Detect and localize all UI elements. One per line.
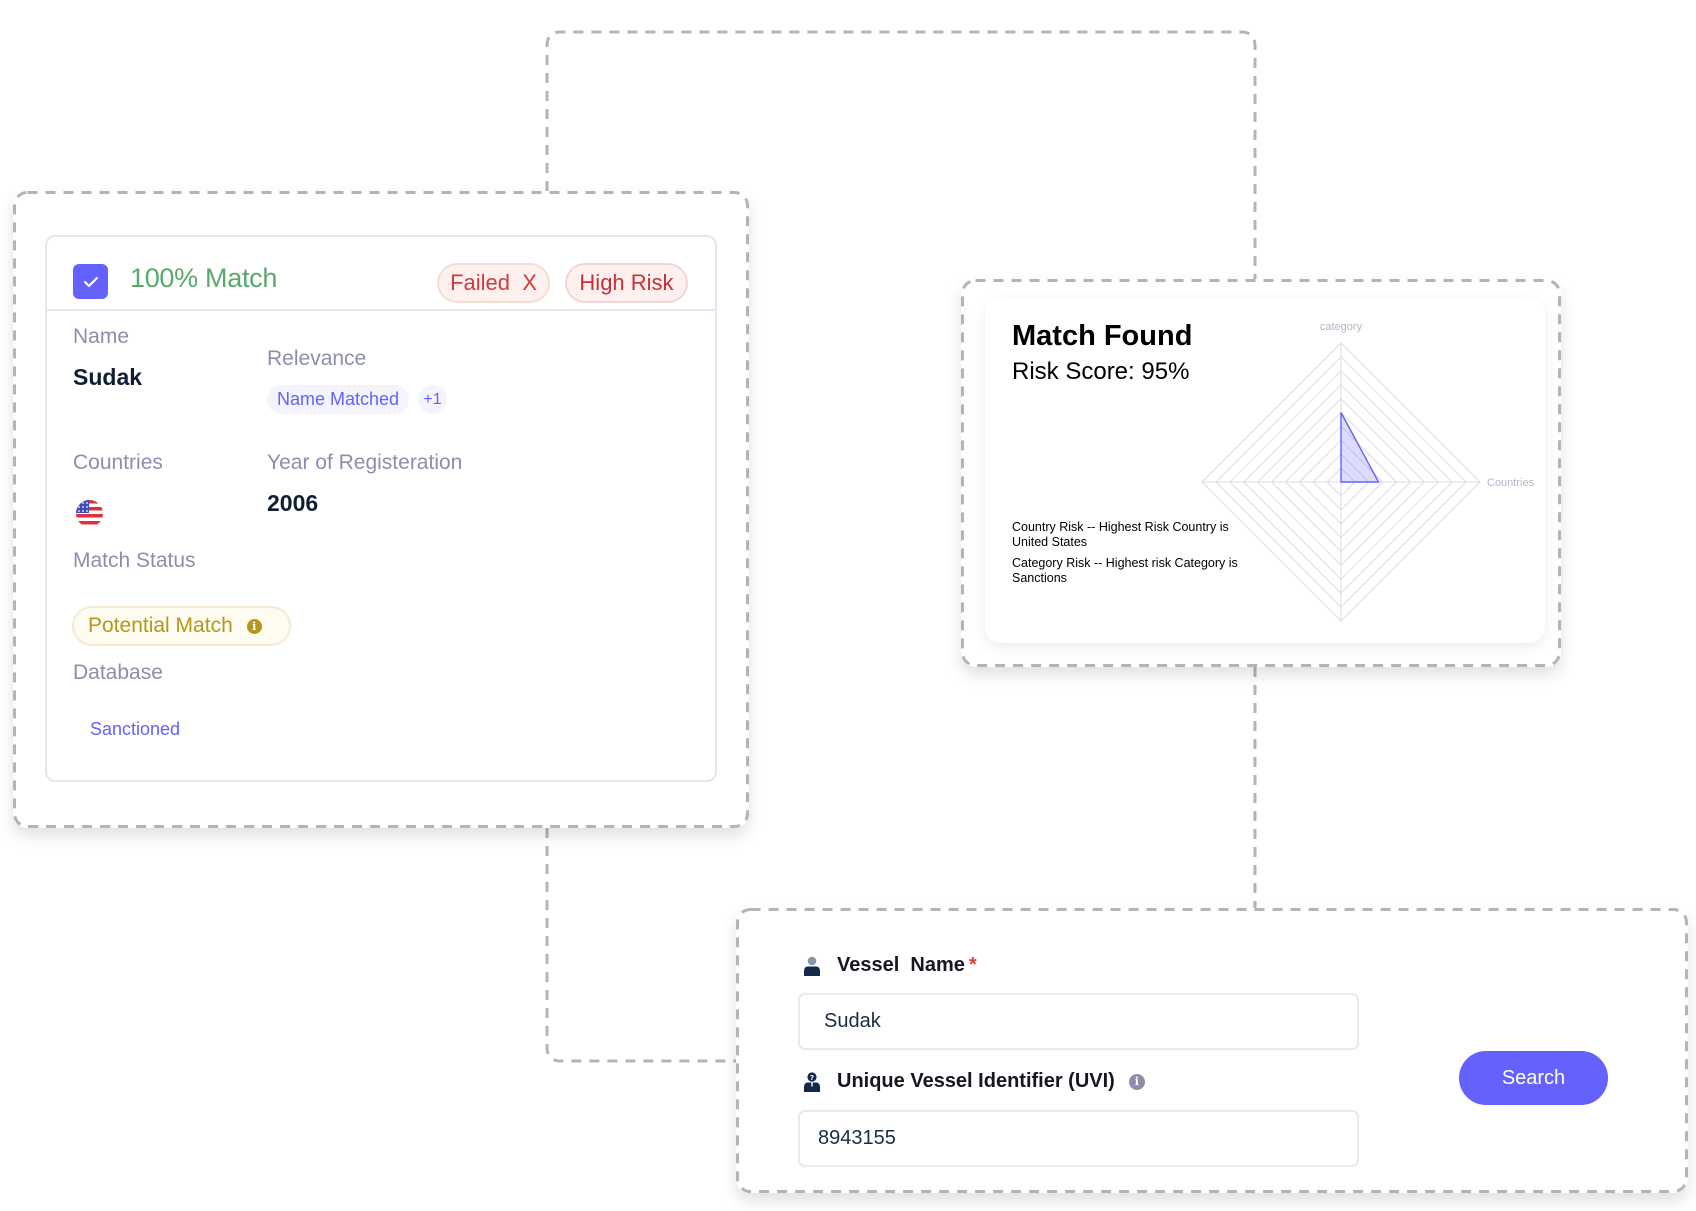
year-value: 2006 xyxy=(267,490,319,516)
info-icon[interactable]: i xyxy=(246,618,262,634)
vessel-name-label-text: Vessel Name xyxy=(837,954,965,976)
failed-badge: Failed X xyxy=(437,263,550,303)
radar-series-polygon xyxy=(1340,412,1380,483)
axis-label-countries: Countries xyxy=(1487,477,1535,489)
vessel-name-label: Vessel Name * xyxy=(803,954,977,977)
svg-text:?: ? xyxy=(810,1074,814,1082)
vessel-search-panel: Vessel Name * ? Unique Vessel Identifier… xyxy=(736,908,1688,1193)
select-checkbox[interactable] xyxy=(73,264,108,299)
user-question-icon: ? xyxy=(804,1071,820,1092)
required-asterisk: * xyxy=(968,954,977,976)
match-percentage: 100% Match xyxy=(130,263,278,293)
match-result-panel: 100% Match Failed X High Risk Name Sudak… xyxy=(13,191,749,828)
countries-label: Countries xyxy=(73,451,163,474)
info-icon[interactable]: i xyxy=(1128,1073,1145,1090)
risk-score-label: Risk Score: xyxy=(1012,358,1135,385)
result-header: 100% Match Failed X High Risk xyxy=(47,237,715,311)
check-icon xyxy=(83,276,98,287)
high-risk-badge: High Risk xyxy=(565,263,688,303)
relevance-label: Relevance xyxy=(267,347,367,370)
risk-score-value: 95% xyxy=(1141,358,1190,385)
connector-bottom xyxy=(545,828,736,1063)
search-button[interactable]: Search xyxy=(1459,1051,1608,1105)
uvi-input[interactable] xyxy=(798,1110,1359,1167)
uvi-label-text: Unique Vessel Identifier (UVI) xyxy=(837,1070,1115,1092)
match-status-label: Match Status xyxy=(73,549,196,572)
us-flag-icon xyxy=(76,500,103,527)
category-risk-note: Category Risk -- Highest risk Category i… xyxy=(1012,556,1238,585)
database-label: Database xyxy=(73,661,163,684)
vessel-name-input[interactable] xyxy=(798,993,1359,1050)
risk-summary-panel: category Countries Match Found Risk Scor… xyxy=(961,279,1561,667)
result-card: 100% Match Failed X High Risk Name Sudak… xyxy=(45,235,717,782)
country-risk-note: Country Risk -- Highest Risk Country is … xyxy=(1012,520,1229,549)
name-value: Sudak xyxy=(73,364,143,390)
year-label: Year of Registeration xyxy=(267,451,463,474)
risk-score: Risk Score: 95% xyxy=(1012,358,1189,386)
user-icon xyxy=(804,956,820,976)
match-status-badge: Potential Match i xyxy=(72,606,291,646)
name-label: Name xyxy=(73,325,130,348)
relevance-tag: Name Matched xyxy=(267,385,409,414)
axis-label-category: category xyxy=(1320,321,1363,333)
database-value[interactable]: Sanctioned xyxy=(90,719,180,740)
risk-card: category Countries Match Found Risk Scor… xyxy=(985,298,1545,643)
match-status-value: Potential Match xyxy=(88,614,233,637)
risk-title: Match Found xyxy=(1012,320,1193,352)
relevance-more-tag[interactable]: +1 xyxy=(418,385,447,414)
uvi-label: ? Unique Vessel Identifier (UVI) i xyxy=(803,1070,1145,1093)
